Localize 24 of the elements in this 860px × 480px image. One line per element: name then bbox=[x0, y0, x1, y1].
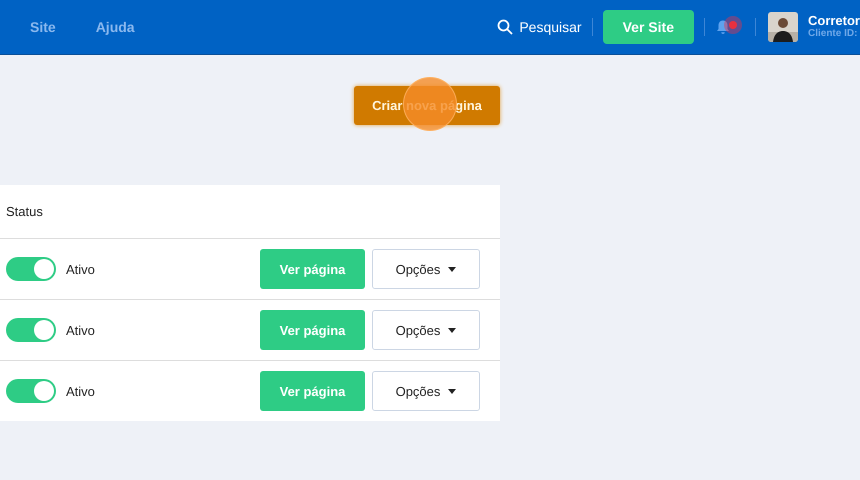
options-button[interactable]: Opções bbox=[372, 371, 480, 411]
status-label: Ativo bbox=[66, 322, 95, 338]
column-header: Status bbox=[6, 204, 43, 219]
user-name: Corretor bbox=[808, 14, 860, 27]
search-link[interactable]: Pesquisar bbox=[497, 19, 582, 35]
status-toggle[interactable] bbox=[6, 379, 56, 403]
view-site-button[interactable]: Ver Site bbox=[602, 10, 694, 44]
status-toggle[interactable] bbox=[6, 257, 56, 281]
status-label: Ativo bbox=[66, 384, 95, 398]
options-button[interactable]: Opções bbox=[372, 249, 480, 289]
nav-link[interactable]: Site bbox=[30, 19, 56, 35]
status-toggle[interactable] bbox=[6, 318, 56, 342]
client-id: Cliente ID: bbox=[808, 27, 858, 40]
view-page-button[interactable]: Ver página bbox=[260, 310, 365, 350]
bell-icon[interactable] bbox=[714, 19, 731, 35]
caret-icon bbox=[448, 328, 456, 332]
caret-icon bbox=[448, 266, 456, 272]
options-button[interactable]: Opções bbox=[372, 310, 480, 350]
status-label: Ativo bbox=[66, 262, 95, 276]
nav-link[interactable]: Ajuda bbox=[96, 19, 135, 35]
search-icon bbox=[497, 19, 514, 35]
view-page-button[interactable]: Ver página bbox=[260, 371, 365, 411]
view-page-button[interactable]: Ver página bbox=[260, 249, 365, 289]
caret-icon bbox=[448, 388, 456, 394]
